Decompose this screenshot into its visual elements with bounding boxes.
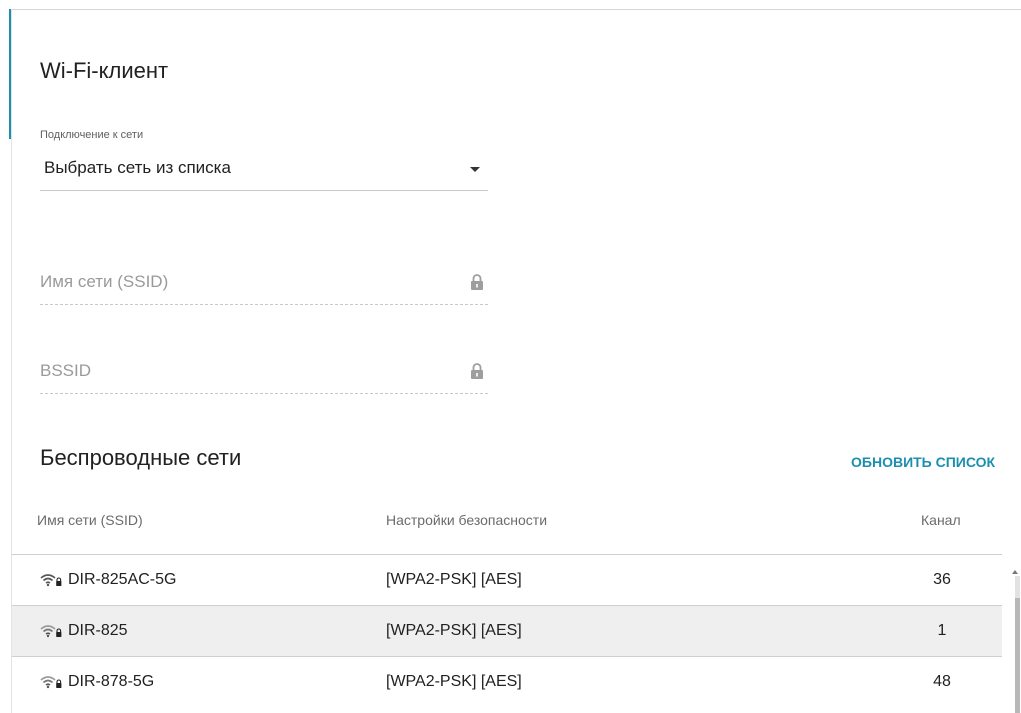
wifi-locked-icon — [40, 573, 62, 587]
column-header-ssid[interactable]: Имя сети (SSID) — [37, 512, 143, 528]
row-channel-cell: 36 — [933, 571, 951, 588]
wifi-locked-icon — [40, 675, 62, 689]
connection-select-value: Выбрать сеть из списка — [44, 158, 231, 177]
ssid-placeholder: Имя сети (SSID) — [40, 272, 169, 291]
row-ssid-text: DIR-825AC-5G — [68, 571, 177, 588]
row-ssid-cell: DIR-825AC-5G — [40, 555, 176, 605]
wifi-locked-icon — [40, 624, 62, 638]
row-security-cell: [WPA2-PSK] [AES] — [386, 622, 522, 639]
row-ssid-text: DIR-825 — [68, 622, 128, 639]
row-ssid-cell: DIR-825 — [40, 606, 128, 656]
row-channel-cell: 48 — [933, 673, 951, 690]
wireless-networks-title: Беспроводные сети — [40, 445, 242, 470]
ssid-field[interactable]: Имя сети (SSID) — [40, 266, 488, 305]
table-scrollbar[interactable] — [1010, 570, 1021, 713]
connection-label: Подключение к сети — [40, 129, 144, 141]
column-header-security[interactable]: Настройки безопасности — [386, 512, 547, 528]
row-security-cell: [WPA2-PSK] [AES] — [386, 571, 522, 588]
refresh-list-button[interactable]: ОБНОВИТЬ СПИСОК — [851, 454, 995, 470]
lock-icon — [470, 362, 484, 385]
networks-table: DIR-825AC-5G [WPA2-PSK] [AES] 36 DIR-825… — [12, 554, 1002, 707]
table-row[interactable]: DIR-878-5G [WPA2-PSK] [AES] 48 — [12, 656, 1002, 707]
scroll-thumb[interactable] — [1015, 598, 1020, 713]
row-ssid-text: DIR-878-5G — [68, 673, 155, 690]
row-channel-cell: 1 — [937, 622, 947, 639]
lock-icon — [470, 273, 484, 296]
scroll-up-arrow-icon[interactable] — [1012, 570, 1018, 574]
page-title: Wi-Fi-клиент — [40, 58, 169, 83]
row-security-cell: [WPA2-PSK] [AES] — [386, 673, 522, 690]
table-row[interactable]: DIR-825AC-5G [WPA2-PSK] [AES] 36 — [12, 554, 1002, 605]
bssid-placeholder: BSSID — [40, 361, 92, 380]
column-header-channel[interactable]: Канал — [921, 512, 961, 528]
row-ssid-cell: DIR-878-5G — [40, 657, 154, 707]
connection-select[interactable]: Выбрать сеть из списка — [40, 150, 488, 191]
chevron-down-icon — [470, 167, 480, 172]
table-row[interactable]: DIR-825 [WPA2-PSK] [AES] 1 — [12, 605, 1002, 656]
bssid-field[interactable]: BSSID — [40, 355, 488, 394]
panel-top-border — [11, 9, 1021, 10]
